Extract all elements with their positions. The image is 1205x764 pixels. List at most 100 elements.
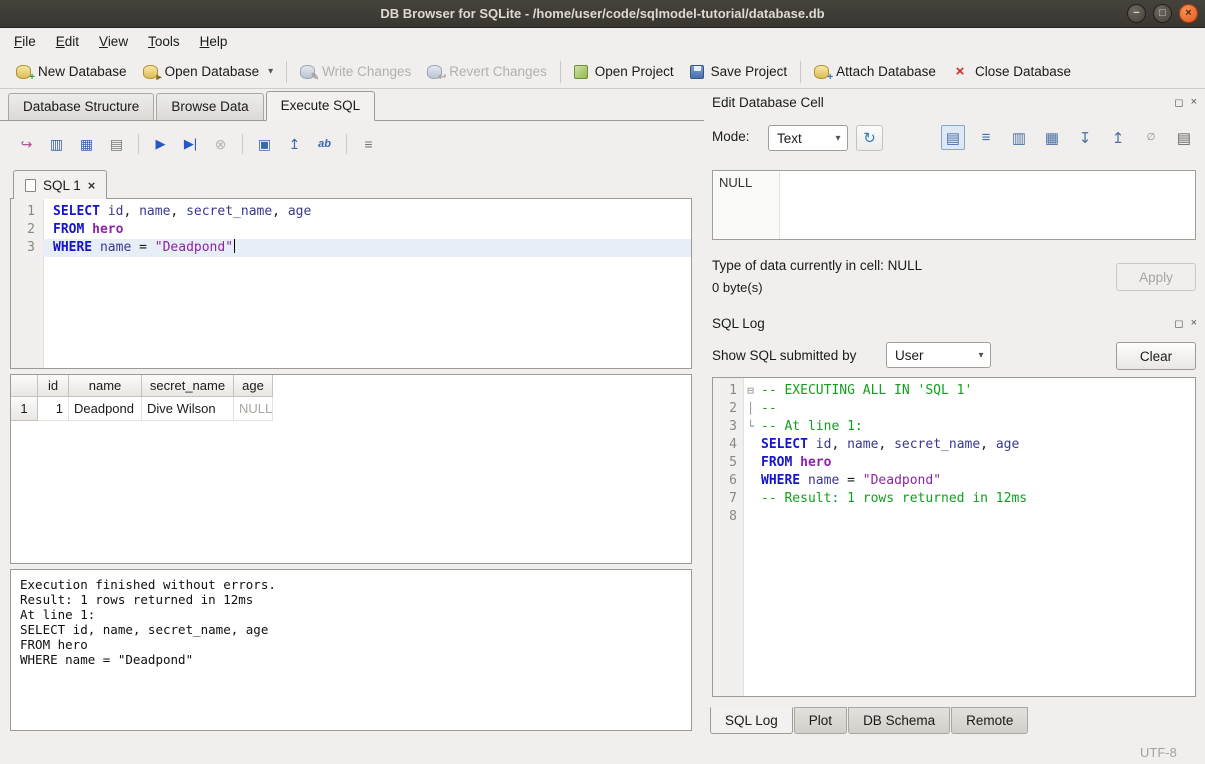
close-database-button[interactable]: × Close Database [944,59,1079,84]
open-in-new-tab-button[interactable]: ▣ [252,132,277,157]
cell-name[interactable]: Deadpond [69,397,142,421]
cell-size-text: 0 byte(s) [712,280,763,295]
code-line: 6WHERE name = "Deadpond" [713,472,1195,490]
open-database-button[interactable]: ▸ Open Database ▾ [135,59,282,84]
save-sql-file-icon: ▦ [80,136,93,153]
open-sql-file-button[interactable]: ▥ [44,132,69,157]
undock-icon[interactable]: ◻ [1174,96,1183,109]
execute-all-button[interactable]: ▶ [148,132,173,157]
clear-log-button[interactable]: Clear [1116,342,1196,370]
open-project-button[interactable]: Open Project [566,59,682,84]
save-project-button[interactable]: Save Project [682,59,796,84]
save-cell-button[interactable]: ▦ [1040,125,1064,150]
menu-view[interactable]: View [89,30,138,53]
text-mode-button[interactable]: ▤ [941,125,965,150]
menu-help[interactable]: Help [190,30,238,53]
export-icon: ↥ [1112,129,1125,147]
table-row[interactable]: 1 1 Deadpond Dive Wilson NULL [11,397,691,421]
print-button[interactable]: ▤ [104,132,129,157]
execute-current-line-icon: ▶| [184,136,197,152]
sql-toolbar: ↪ ▥ ▦ ▤ ▶ ▶| ⊗ ▣ ↥ ab ≡ [14,130,381,158]
tab-plot[interactable]: Plot [794,707,847,734]
undock-icon[interactable]: ◻ [1174,317,1183,330]
cell-secret-name[interactable]: Dive Wilson [142,397,234,421]
write-changes-button: ✎ Write Changes [292,59,419,84]
save-project-label: Save Project [711,64,788,79]
close-dock-icon[interactable]: × [1191,317,1197,330]
tab-database-structure[interactable]: Database Structure [8,93,154,120]
results-grid[interactable]: id name secret_name age 1 1 Deadpond Div… [10,374,692,564]
tab-db-schema[interactable]: DB Schema [848,707,950,734]
log-filter-select[interactable]: User ▾ [886,342,991,368]
cell-age[interactable]: NULL [234,397,273,421]
close-tab-icon[interactable]: × [88,178,96,193]
window-title: DB Browser for SQLite - /home/user/code/… [380,6,824,21]
cell-editor-icons: ▤ ≡ ▥ ▦ ↧ ↥ ∅ ▤ [941,125,1196,150]
window-controls: − □ × [1127,4,1198,23]
cell-value-editor[interactable]: NULL [712,170,1196,240]
find-replace-button[interactable]: ab [312,132,337,157]
tab-sql-1[interactable]: SQL 1 × [13,170,107,199]
toolbar-separator [560,61,561,83]
toolbar-separator [346,134,347,154]
maximize-button[interactable]: □ [1153,4,1172,23]
sql-editor[interactable]: 1SELECT id, name, secret_name, age2FROM … [10,199,692,369]
tab-sql-log[interactable]: SQL Log [710,707,793,734]
cell-type-text: Type of data currently in cell: NULL [712,258,922,273]
import-cell-button[interactable]: ↧ [1073,125,1097,150]
sql-tab-label: SQL 1 [43,178,81,193]
word-wrap-icon: ≡ [982,129,991,146]
code-line: 3WHERE name = "Deadpond" [11,239,691,257]
export-csv-button[interactable]: ↥ [282,132,307,157]
tab-execute-sql[interactable]: Execute SQL [266,91,376,121]
cell-value: NULL [719,175,752,190]
sql-log-title: SQL Log [712,316,765,331]
row-number[interactable]: 1 [11,397,38,421]
cell-id[interactable]: 1 [38,397,69,421]
auto-apply-button[interactable]: ↻ [856,125,883,151]
new-database-icon: + [16,65,31,79]
open-database-dropdown-icon[interactable]: ▾ [268,66,273,77]
column-header-age[interactable]: age [234,375,273,397]
close-dock-icon[interactable]: × [1191,96,1197,109]
column-header-secret-name[interactable]: secret_name [142,375,234,397]
menu-tools[interactable]: Tools [138,30,190,53]
mode-select[interactable]: Text ▾ [768,125,848,151]
set-null-button[interactable]: ∅ [1139,125,1163,150]
open-project-icon [574,65,588,79]
print-cell-button[interactable]: ▤ [1172,125,1196,150]
code-line: 8 [713,508,1195,526]
execute-current-line-button[interactable]: ▶| [178,132,203,157]
save-sql-file-button[interactable]: ▦ [74,132,99,157]
attach-database-button[interactable]: + Attach Database [806,59,944,84]
copy-button[interactable]: ▥ [1007,125,1031,150]
mode-value: Text [777,131,802,146]
edit-cell-dock-controls: ◻ × [1174,96,1197,109]
format-sql-icon: ≡ [364,136,372,152]
sql-log-view[interactable]: 1⊟-- EXECUTING ALL IN 'SQL 1'2│--3└-- At… [712,377,1196,697]
tab-remote[interactable]: Remote [951,707,1028,734]
close-window-button[interactable]: × [1179,4,1198,23]
column-header-id[interactable]: id [38,375,69,397]
export-cell-button[interactable]: ↥ [1106,125,1130,150]
menu-file[interactable]: File [4,30,46,53]
close-database-label: Close Database [975,64,1071,79]
format-sql-button[interactable]: ≡ [356,132,381,157]
word-wrap-button[interactable]: ≡ [974,125,998,150]
minimize-button[interactable]: − [1127,4,1146,23]
export-csv-icon: ↥ [289,136,301,153]
write-changes-label: Write Changes [322,64,411,79]
new-tab-icon: ↪ [21,136,33,153]
code-line: 7-- Result: 1 rows returned in 12ms [713,490,1195,508]
code-line: 4SELECT id, name, secret_name, age [713,436,1195,454]
text-mode-icon: ▤ [946,129,960,147]
tab-browse-data[interactable]: Browse Data [156,93,263,120]
results-header: id name secret_name age [11,375,691,397]
column-header-name[interactable]: name [69,375,142,397]
new-database-button[interactable]: + New Database [8,59,135,84]
new-tab-button[interactable]: ↪ [14,132,39,157]
titlebar: DB Browser for SQLite - /home/user/code/… [0,0,1205,28]
toolbar-separator [138,134,139,154]
menu-edit[interactable]: Edit [46,30,89,53]
document-icon [25,179,36,192]
